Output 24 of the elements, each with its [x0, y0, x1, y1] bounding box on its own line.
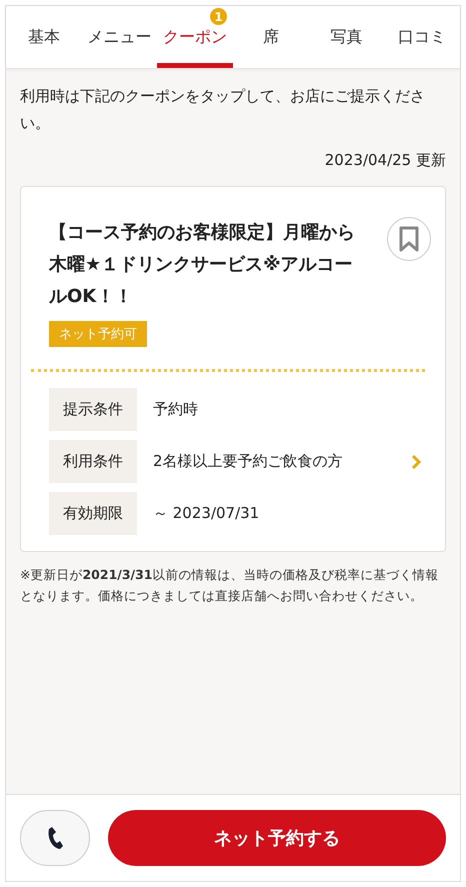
- coupon-card[interactable]: 【コース予約のお客様限定】月曜から木曜★１ドリンクサービス※アルコールOK！！ ネット予約可 提示条件 予約時 利用条件 2名様以上要予約ご飲食の方 有効期限 ～ 2023/07/31: [20, 186, 446, 552]
- chevron-right-icon[interactable]: [411, 454, 421, 470]
- condition-value: 2名様以上要予約ご飲食の方: [153, 452, 344, 471]
- condition-value: 予約時: [153, 400, 199, 419]
- phone-icon: [47, 826, 63, 850]
- condition-label: 提示条件: [49, 388, 137, 431]
- condition-value: ～ 2023/07/31: [153, 504, 260, 523]
- bookmark-button[interactable]: [387, 217, 431, 261]
- coupon-title: 【コース予約のお客様限定】月曜から木曜★１ドリンクサービス※アルコールOK！！: [49, 221, 356, 309]
- tab[interactable]: 口コミ: [384, 6, 460, 68]
- online-booking-tag: ネット予約可: [49, 321, 147, 347]
- reserve-button[interactable]: ネット予約する: [108, 810, 446, 866]
- condition-label: 有効期限: [49, 492, 137, 535]
- tab[interactable]: クーポン 1: [157, 6, 234, 68]
- tab[interactable]: メニュー: [82, 6, 158, 68]
- disclaimer-text: ※更新日が2021/3/31以前の情報は、当時の価格及び税率に基づく情報となります。価格につきましては直接店舗へお問い合わせください。: [20, 566, 440, 605]
- tab[interactable]: 写真: [308, 6, 384, 68]
- tab[interactable]: 基本: [6, 6, 82, 68]
- count-badge: 1: [210, 8, 228, 25]
- updated-date: 2023/04/25 更新: [324, 151, 446, 170]
- condition-label: 利用条件: [49, 440, 137, 483]
- instruction-text: 利用時は下記のクーポンをタップして、お店にご提示ください。: [20, 86, 426, 134]
- bookmark-icon: [398, 226, 420, 252]
- tab[interactable]: 席: [233, 6, 309, 68]
